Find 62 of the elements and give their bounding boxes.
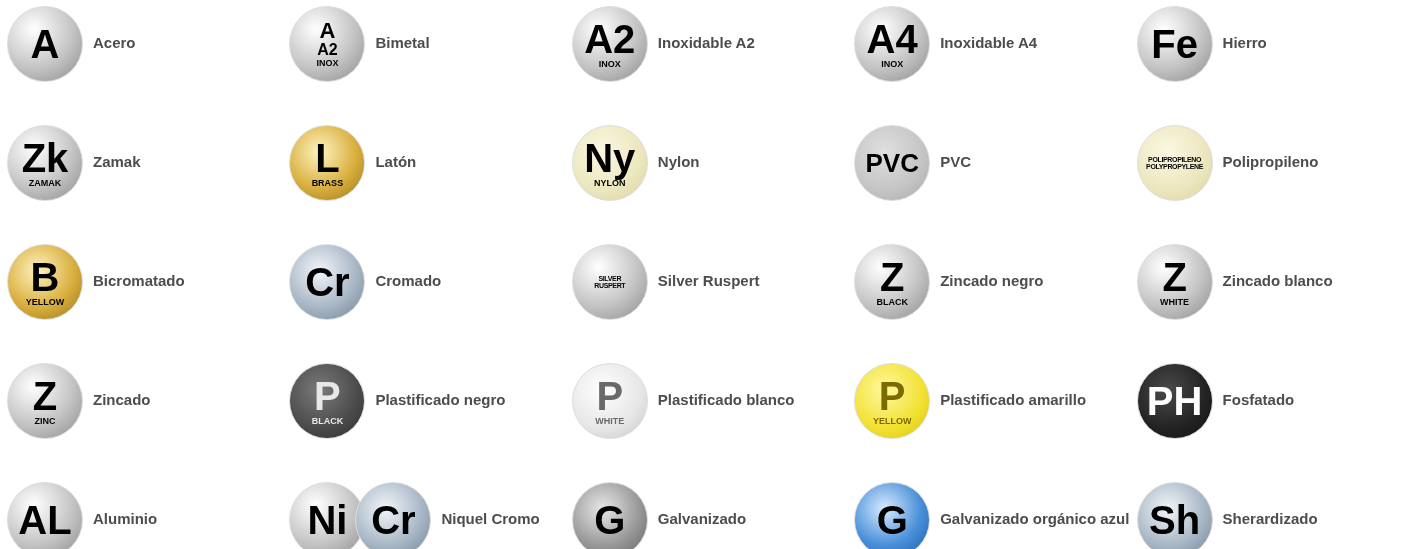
- material-label: Niquel Cromo: [441, 509, 540, 530]
- badge-symbol: A: [319, 19, 336, 42]
- material-label: Aluminio: [93, 509, 158, 530]
- badge-symbol: P: [596, 375, 624, 416]
- badge-caption: INOX: [316, 58, 339, 68]
- badge-symbol: Z: [32, 375, 58, 416]
- material-label: Polipropileno: [1222, 152, 1319, 173]
- badge-symbol: P: [314, 375, 341, 416]
- material-label: Hierro: [1222, 33, 1267, 54]
- material-label: Fosfatado: [1222, 390, 1295, 411]
- badge-symbol: A4: [866, 18, 918, 59]
- material-label: Plastificado amarillo: [940, 390, 1087, 411]
- material-label: PVC: [940, 152, 972, 173]
- material-label: Sherardizado: [1222, 509, 1318, 530]
- badge-caption: BLACK: [311, 416, 344, 426]
- badge-symbol: P: [878, 375, 906, 416]
- badge-symbol: B: [30, 256, 60, 297]
- badge-symbol: Z: [1162, 256, 1187, 297]
- material-label: Inoxidable A4: [940, 33, 1038, 54]
- badge-caption: YELLOW: [25, 297, 65, 307]
- badge-caption: WHITE: [1160, 297, 1190, 307]
- badge-symbol: A2: [317, 41, 338, 58]
- badge-caption: INOX: [598, 59, 621, 69]
- badge-caption: INOX: [881, 59, 904, 69]
- material-label: Zamak: [93, 152, 141, 173]
- material-label: Zincado blanco: [1222, 271, 1333, 292]
- badge-symbol: PVC: [865, 149, 919, 176]
- badge-symbol: G: [594, 499, 626, 540]
- badge-symbol: Cr: [371, 499, 416, 540]
- badge-symbol: PH: [1146, 380, 1203, 421]
- material-label: Bimetal: [375, 33, 430, 54]
- badge-symbol: Zk: [21, 137, 69, 178]
- badge-symbol: L: [315, 137, 340, 178]
- material-label: Zincado negro: [940, 271, 1044, 292]
- material-label: Inoxidable A2: [657, 33, 755, 54]
- badge-symbol: A: [30, 23, 60, 64]
- material-label: Cromado: [375, 271, 442, 292]
- material-label: Plastificado blanco: [657, 390, 795, 411]
- material-label: Bicromatado: [93, 271, 185, 292]
- material-label: Plastificado negro: [375, 390, 506, 411]
- material-label: Zincado: [93, 390, 151, 411]
- badge-symbol: AL: [18, 499, 72, 540]
- badge-symbol: Ny: [584, 137, 636, 178]
- badge-symbol: Z: [879, 256, 905, 297]
- badge-caption: ZAMAK: [28, 178, 62, 188]
- badge-symbol: A2: [584, 18, 636, 59]
- material-label: Galvanizado orgánico azul: [940, 509, 1130, 530]
- badge-symbol: Fe: [1151, 23, 1198, 64]
- badge-symbol: Cr: [305, 261, 350, 302]
- material-label: Nylon: [657, 152, 700, 173]
- badge-caption: BLACK: [876, 297, 908, 307]
- material-label: Acero: [93, 33, 136, 54]
- badge-symbol: Sh: [1149, 499, 1201, 540]
- badge-caption: WHITE: [595, 416, 625, 426]
- badge-symbol: Ni: [307, 499, 348, 540]
- badge-caption: YELLOW: [872, 416, 912, 426]
- badge-caption: BRASS: [311, 178, 344, 188]
- material-label: Silver Ruspert: [657, 271, 760, 292]
- badge-caption: ZINC: [34, 416, 56, 426]
- material-label: Latón: [375, 152, 417, 173]
- badge-symbol: G: [876, 499, 908, 540]
- material-label: Galvanizado: [657, 509, 747, 530]
